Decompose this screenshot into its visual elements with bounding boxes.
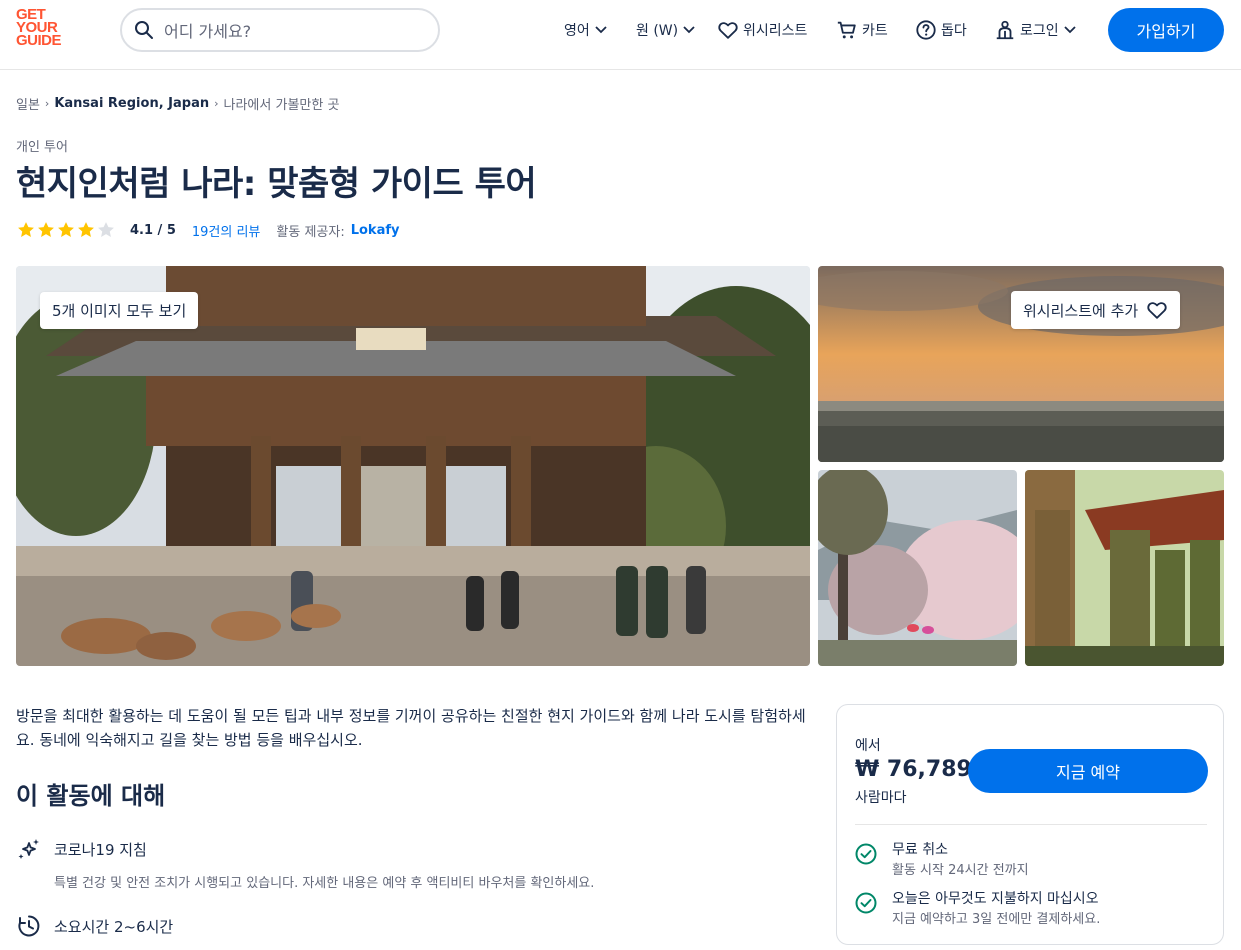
check-circle-icon: [855, 892, 877, 914]
free-cancellation-title: 무료 취소: [892, 842, 948, 858]
add-to-wishlist-label: 위시리스트에 추가: [1023, 301, 1139, 320]
currency-label: 원 (W): [636, 23, 679, 39]
site-header: GET YOUR GUIDE 어디 가세요? 영어 원 (W) 위시리스트 카트…: [0, 0, 1241, 70]
breadcrumb-item[interactable]: 일본: [16, 94, 40, 113]
cart-link[interactable]: 카트: [836, 0, 892, 60]
duration-label: 소요시간 2~6시간: [54, 917, 174, 936]
check-circle-icon: [855, 843, 877, 865]
cart-label: 카트: [862, 23, 888, 39]
getyourguide-logo[interactable]: GET YOUR GUIDE: [16, 7, 74, 49]
search-placeholder: 어디 가세요?: [164, 22, 252, 41]
activity-description: 방문을 최대한 활용하는 데 도움이 될 모든 팁과 내부 정보를 기꺼이 공유…: [16, 707, 806, 749]
per-person-label: 사람마다: [855, 790, 907, 806]
covid-guidelines-title: 코로나19 지침: [54, 840, 147, 859]
price-from-label: 에서: [855, 738, 881, 754]
star-empty-icon: [98, 222, 114, 237]
search-input[interactable]: 어디 가세요?: [120, 8, 440, 52]
language-selector[interactable]: 영어: [560, 0, 608, 60]
add-to-wishlist-button[interactable]: 위시리스트에 추가: [1011, 291, 1181, 329]
chevron-down-icon: [595, 26, 607, 34]
see-all-images-button[interactable]: 5개 이미지 모두 보기: [40, 292, 199, 329]
clock-icon: [18, 915, 40, 937]
user-group-icon: [996, 20, 1014, 40]
breadcrumb-item[interactable]: Kansai Region, Japan: [54, 96, 209, 111]
reviews-link[interactable]: 19건의 리뷰: [192, 221, 261, 240]
logo-line-3: GUIDE: [16, 32, 62, 49]
covid-guidelines-item: 코로나19 지침: [16, 836, 147, 862]
star-filled-icon: [38, 222, 54, 237]
star-filled-icon: [18, 222, 34, 237]
wishlist-label: 위시리스트: [743, 23, 808, 39]
wishlist-link[interactable]: 위시리스트: [717, 0, 811, 60]
rating-score: 4.1 / 5: [130, 222, 176, 238]
cart-icon: [837, 21, 856, 39]
activity-category: 개인 투어: [16, 140, 68, 155]
star-filled-icon: [58, 222, 74, 237]
help-icon: [916, 20, 936, 40]
sparkle-icon: [18, 839, 39, 859]
chevron-down-icon: [1064, 26, 1076, 34]
breadcrumb-item[interactable]: 나라에서 가볼만한 곳: [224, 94, 340, 113]
provider-link[interactable]: Lokafy: [351, 223, 400, 238]
currency-selector[interactable]: 원 (W): [632, 0, 696, 60]
booking-card: 에서 ₩ 76,789 사람마다 지금 예약 무료 취소 활동 시작 24시간 …: [836, 704, 1224, 945]
login-menu[interactable]: 로그인: [994, 0, 1077, 60]
login-label: 로그인: [1020, 23, 1059, 39]
duration-item: 소요시간 2~6시간: [16, 913, 173, 939]
stone-lanterns-photo: [1025, 470, 1224, 666]
breadcrumb: 일본 › Kansai Region, Japan › 나라에서 가볼만한 곳: [16, 94, 339, 113]
rating-summary: 4.1 / 5 19건의 리뷰 활동 제공자: Lokafy: [16, 220, 399, 240]
chevron-down-icon: [683, 26, 695, 34]
free-cancellation-sub: 활동 시작 24시간 전까지: [892, 863, 1029, 878]
gallery-image-lanterns[interactable]: [1025, 470, 1224, 666]
gallery-image-cherry-blossom[interactable]: [818, 470, 1017, 666]
provider-label: 활동 제공자:: [276, 224, 345, 240]
heart-icon: [718, 22, 738, 39]
covid-guidelines-text: 특별 건강 및 안전 조치가 시행되고 있습니다. 자세한 내용은 예약 후 액…: [54, 876, 595, 891]
search-icon: [135, 21, 153, 39]
heart-icon: [1147, 302, 1167, 319]
help-label: 돕다: [941, 23, 967, 39]
pay-later-title: 오늘은 아무것도 지불하지 마십시오: [892, 891, 1099, 907]
card-divider: [855, 824, 1207, 825]
help-link[interactable]: 돕다: [915, 0, 971, 60]
cherry-blossom-photo: [818, 470, 1017, 666]
breadcrumb-separator-icon: ›: [214, 97, 219, 110]
signup-button[interactable]: 가입하기: [1108, 8, 1224, 52]
about-heading: 이 활동에 대해: [16, 782, 166, 810]
breadcrumb-separator-icon: ›: [44, 97, 50, 110]
star-filled-icon: [78, 222, 94, 237]
page-title: 현지인처럼 나라: 맞춤형 가이드 투어: [16, 164, 537, 204]
book-now-button[interactable]: 지금 예약: [968, 749, 1208, 793]
price-value: ₩ 76,789: [855, 757, 972, 782]
star-rating: [16, 220, 116, 240]
language-label: 영어: [564, 23, 590, 39]
pay-later-sub: 지금 예약하고 3일 전에만 결제하세요.: [892, 912, 1101, 927]
